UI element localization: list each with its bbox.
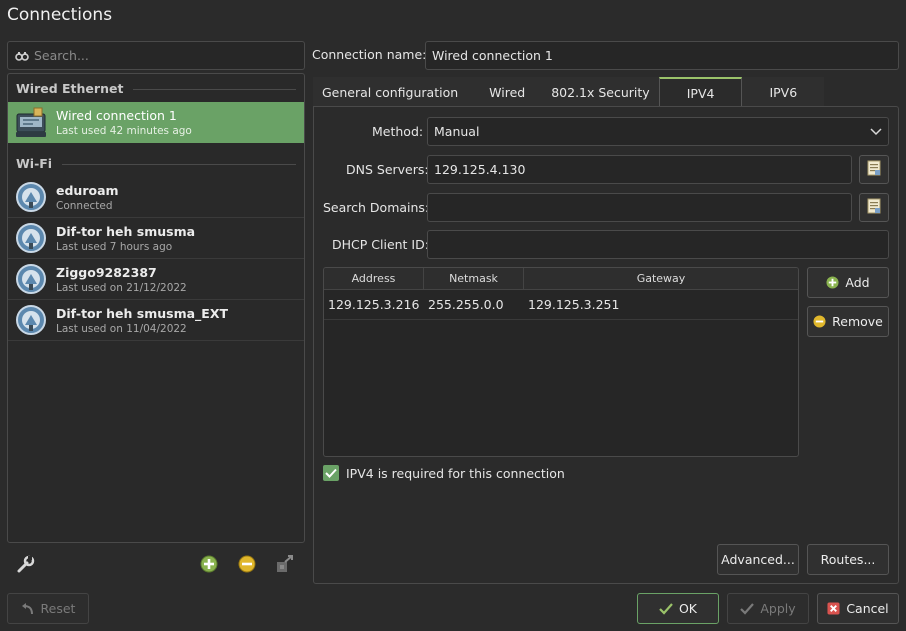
remove-icon bbox=[813, 315, 826, 328]
wifi-network-icon bbox=[14, 221, 48, 255]
column-header-address[interactable]: Address bbox=[324, 268, 424, 289]
group-label: Wi-Fi bbox=[16, 156, 53, 171]
connection-status: Last used on 11/04/2022 bbox=[56, 322, 187, 335]
export-connection-icon[interactable] bbox=[274, 553, 296, 575]
tab-ipv6[interactable]: IPV6 bbox=[742, 77, 825, 107]
ipv4-required-checkbox[interactable]: IPV4 is required for this connection bbox=[323, 465, 565, 481]
wifi-network-icon bbox=[14, 303, 48, 337]
connection-name: eduroam bbox=[56, 182, 119, 198]
search-domains-edit-button[interactable] bbox=[859, 193, 889, 222]
column-header-gateway[interactable]: Gateway bbox=[524, 268, 798, 289]
remove-address-button[interactable]: Remove bbox=[807, 306, 889, 337]
dns-servers-input[interactable]: 129.125.4.130 bbox=[427, 155, 852, 184]
remove-connection-icon[interactable] bbox=[236, 553, 258, 575]
connection-status: Last used 42 minutes ago bbox=[56, 125, 192, 137]
connection-item-dif-tor[interactable]: Dif-tor heh smusma Last used 7 hours ago bbox=[8, 218, 304, 259]
configure-wrench-icon[interactable] bbox=[15, 553, 37, 575]
connection-status: Last used 7 hours ago bbox=[56, 240, 173, 253]
edit-list-icon bbox=[866, 197, 882, 218]
address-table: Address Netmask Gateway 129.125.3.216 25… bbox=[323, 267, 799, 457]
wired-network-icon bbox=[14, 106, 48, 140]
connection-status: Last used on 21/12/2022 bbox=[56, 281, 187, 294]
reset-label: Reset bbox=[40, 601, 76, 616]
window-title: Connections bbox=[7, 5, 113, 25]
ok-button[interactable]: OK bbox=[637, 593, 719, 624]
connection-list: Wired Ethernet Wired connection 1 Last u… bbox=[7, 73, 305, 543]
search-icon bbox=[15, 49, 29, 63]
table-header: Address Netmask Gateway bbox=[324, 268, 798, 290]
method-select[interactable]: Manual bbox=[427, 117, 889, 146]
add-label: Add bbox=[845, 275, 870, 290]
connection-item-ziggo[interactable]: Ziggo9282387 Last used on 21/12/2022 bbox=[8, 259, 304, 300]
dns-servers-label: DNS Servers: bbox=[346, 162, 429, 177]
checkmark-icon[interactable] bbox=[323, 465, 339, 481]
chevron-down-icon bbox=[870, 124, 882, 139]
dhcp-client-id-label: DHCP Client ID: bbox=[332, 237, 429, 252]
wifi-network-icon bbox=[14, 180, 48, 214]
cancel-icon bbox=[827, 602, 840, 615]
tab-bar: General configuration Wired 802.1x Secur… bbox=[313, 77, 825, 107]
connection-item-eduroam[interactable]: eduroam Connected bbox=[8, 177, 304, 218]
method-value: Manual bbox=[434, 124, 480, 139]
add-icon bbox=[826, 276, 839, 289]
group-header-wired: Wired Ethernet bbox=[8, 74, 304, 102]
cancel-button[interactable]: Cancel bbox=[817, 593, 899, 624]
tab-general-configuration[interactable]: General configuration bbox=[313, 77, 468, 107]
remove-label: Remove bbox=[832, 314, 883, 329]
gateway-cell[interactable]: 129.125.3.251 bbox=[524, 290, 798, 319]
ok-label: OK bbox=[678, 601, 698, 616]
reset-button[interactable]: Reset bbox=[7, 593, 89, 624]
tab-802-1x-security[interactable]: 802.1x Security bbox=[542, 77, 659, 107]
search-domains-input[interactable] bbox=[427, 193, 852, 222]
connection-name: Wired connection 1 bbox=[56, 108, 177, 123]
connection-item-wired-1[interactable]: Wired connection 1 Last used 42 minutes … bbox=[8, 102, 304, 143]
connection-name: Dif-tor heh smusma_EXT bbox=[56, 305, 228, 321]
connection-name-label: Connection name: bbox=[312, 47, 427, 62]
reset-icon bbox=[21, 602, 35, 616]
add-connection-icon[interactable] bbox=[198, 553, 220, 575]
search-input[interactable] bbox=[34, 48, 274, 63]
wifi-network-icon bbox=[14, 262, 48, 296]
connection-status: Connected bbox=[56, 199, 113, 212]
method-label: Method: bbox=[372, 124, 424, 139]
tab-ipv4[interactable]: IPV4 bbox=[658, 77, 743, 107]
check-icon bbox=[659, 602, 673, 615]
check-icon bbox=[740, 602, 755, 615]
advanced-button[interactable]: Advanced... bbox=[717, 544, 799, 575]
dhcp-client-id-input[interactable] bbox=[427, 230, 889, 259]
routes-button[interactable]: Routes... bbox=[807, 544, 889, 575]
group-label: Wired Ethernet bbox=[16, 81, 124, 96]
ipv4-required-label: IPV4 is required for this connection bbox=[346, 465, 565, 481]
search-domains-label: Search Domains: bbox=[323, 200, 430, 215]
edit-list-icon bbox=[866, 159, 882, 180]
connection-item-dif-tor-ext[interactable]: Dif-tor heh smusma_EXT Last used on 11/0… bbox=[8, 300, 304, 341]
cancel-label: Cancel bbox=[846, 601, 889, 616]
column-header-netmask[interactable]: Netmask bbox=[424, 268, 524, 289]
search-field[interactable] bbox=[7, 41, 305, 70]
group-header-wifi: Wi-Fi bbox=[8, 143, 304, 177]
dns-edit-button[interactable] bbox=[859, 155, 889, 184]
connection-name-input[interactable]: Wired connection 1 bbox=[425, 41, 899, 70]
table-row[interactable]: 129.125.3.216 255.255.0.0 129.125.3.251 bbox=[324, 290, 798, 320]
tab-wired[interactable]: Wired bbox=[467, 77, 543, 107]
netmask-cell[interactable]: 255.255.0.0 bbox=[424, 290, 524, 319]
address-cell[interactable]: 129.125.3.216 bbox=[324, 290, 424, 319]
connection-name: Ziggo9282387 bbox=[56, 264, 157, 280]
apply-button[interactable]: Apply bbox=[727, 593, 809, 624]
add-address-button[interactable]: Add bbox=[807, 267, 889, 298]
connection-name: Dif-tor heh smusma bbox=[56, 223, 196, 239]
apply-label: Apply bbox=[760, 601, 796, 616]
